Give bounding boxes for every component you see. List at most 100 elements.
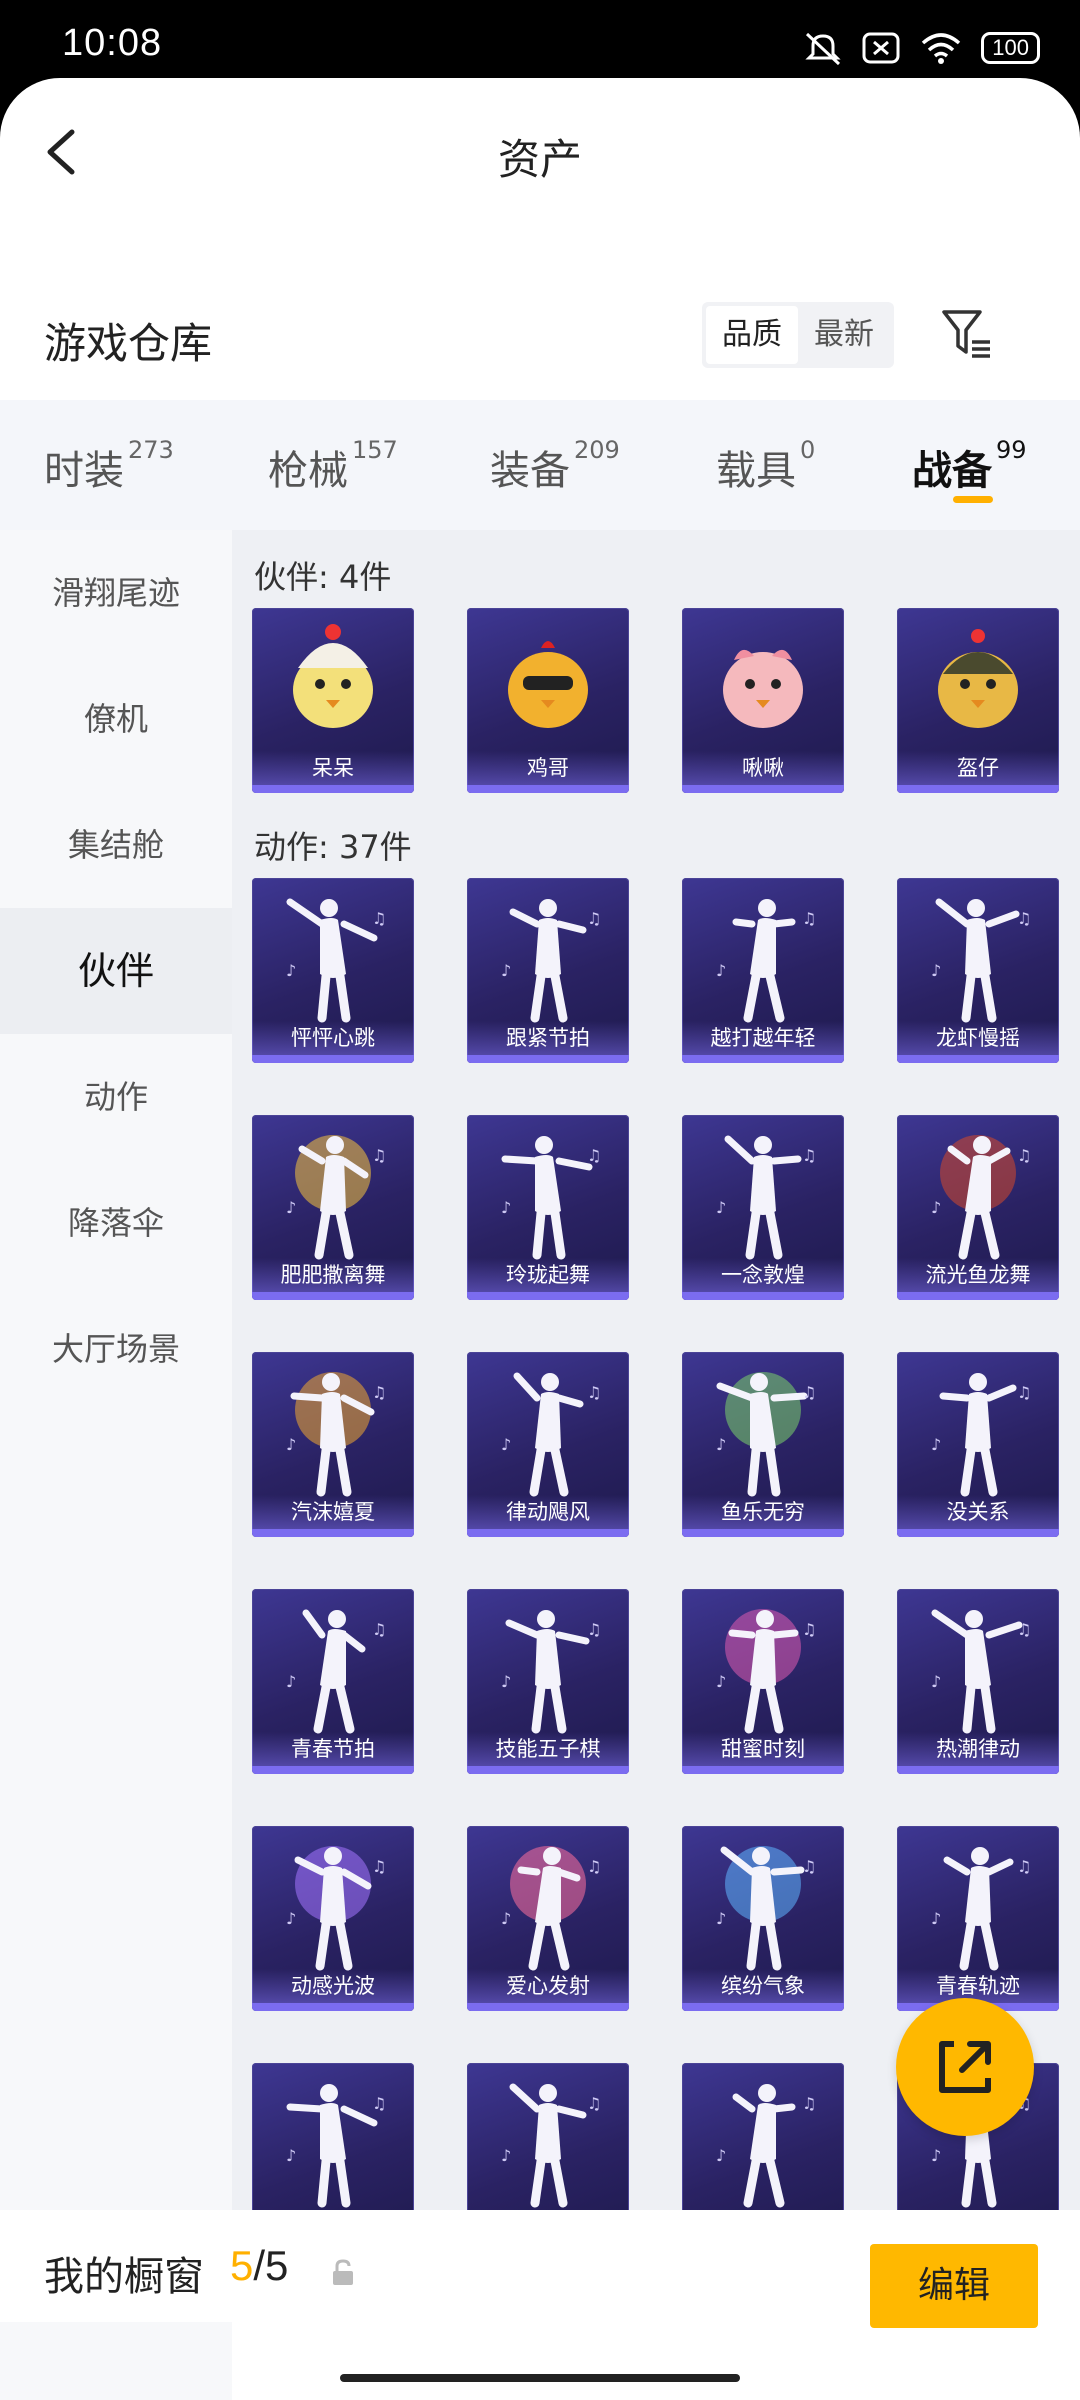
svg-text:♫: ♫ — [587, 1383, 601, 1402]
svg-text:♪: ♪ — [501, 1198, 511, 1217]
emote-card[interactable]: ♪ ♫ 青春节拍 — [252, 1589, 414, 1774]
svg-text:♪: ♪ — [286, 1672, 296, 1691]
emote-pose-illustration: ♪♫ — [716, 1846, 816, 1971]
sort-toggle: 品质 最新 — [702, 302, 894, 368]
tab-vehicles[interactable]: 载具 0 — [716, 436, 815, 496]
tab-combat-gear[interactable]: 战备 99 — [912, 436, 1027, 496]
svg-text:♫: ♫ — [802, 1383, 816, 1402]
sidebar-item-emote[interactable]: 动作 — [0, 1034, 232, 1160]
card-label: 跟紧节拍 — [467, 1021, 629, 1055]
svg-text:♪: ♪ — [286, 1909, 296, 1928]
card-label: 盔仔 — [897, 751, 1059, 785]
emote-card[interactable]: ♪ ♫ 爱心发射 — [467, 1826, 629, 2011]
sidebar-item-wingman[interactable]: 僚机 — [0, 656, 232, 782]
emote-card[interactable]: ♪ ♫ 肥肥撒离舞 — [252, 1115, 414, 1300]
svg-text:♫: ♫ — [802, 1857, 816, 1876]
emote-card[interactable]: ♪ ♫ 动感光波 — [252, 1826, 414, 2011]
emote-card[interactable]: ♪ ♫ 怦怦心跳 — [252, 878, 414, 1063]
sort-quality-option[interactable]: 品质 — [706, 306, 798, 364]
emote-card[interactable]: ♪ ♫ 热潮律动 — [897, 1589, 1059, 1774]
card-label: 汽沫嬉夏 — [252, 1495, 414, 1529]
external-link-icon — [939, 2041, 991, 2093]
emote-card[interactable]: ♪ ♫ 律动飓风 — [467, 1352, 629, 1537]
svg-text:♪: ♪ — [931, 2146, 941, 2165]
tab-equipment[interactable]: 装备 209 — [490, 436, 620, 496]
card-label: 爱心发射 — [467, 1969, 629, 2003]
sidebar-item-assembly-pod[interactable]: 集结舱 — [0, 782, 232, 908]
filter-icon[interactable] — [940, 306, 996, 362]
emote-pose-illustration: ♪♫ — [501, 1136, 601, 1260]
sidebar-item-glide-trail[interactable]: 滑翔尾迹 — [0, 530, 232, 656]
card-label: 啾啾 — [682, 751, 844, 785]
emote-card[interactable]: ♪ ♫ 汽沫嬉夏 — [252, 1352, 414, 1537]
emote-pose-illustration: ♪♫ — [716, 1609, 816, 1734]
emote-pose-illustration: ♪♫ — [286, 1609, 386, 1734]
card-label: 玲珑起舞 — [467, 1258, 629, 1292]
emote-pose-illustration: ♪♫ — [286, 1846, 386, 1971]
emote-pose-illustration: ♪♫ — [931, 1847, 1031, 1971]
card-label: 甜蜜时刻 — [682, 1732, 844, 1766]
emote-card[interactable]: ♪ ♫ 跟紧节拍 — [467, 878, 629, 1063]
emote-card[interactable]: ♪ ♫ 越打越年轻 — [682, 878, 844, 1063]
edit-button[interactable]: 编辑 — [870, 2244, 1038, 2328]
emote-card[interactable]: ♪ ♫ 青春轨迹 — [897, 1826, 1059, 2011]
sidebar-item-parachute[interactable]: 降落伞 — [0, 1160, 232, 1286]
mute-icon — [805, 32, 841, 66]
svg-text:♫: ♫ — [802, 1146, 816, 1165]
emote-card[interactable]: ♪ ♫ 没关系 — [897, 1352, 1059, 1537]
emote-pose-illustration: ♪♫ — [716, 1135, 816, 1260]
svg-text:♫: ♫ — [372, 1857, 386, 1876]
svg-text:♪: ♪ — [716, 1909, 726, 1928]
svg-text:♪: ♪ — [716, 2146, 726, 2165]
svg-text:♫: ♫ — [1017, 1620, 1031, 1639]
svg-text:♫: ♫ — [587, 1620, 601, 1639]
svg-text:♫: ♫ — [587, 2094, 601, 2113]
emote-pose-illustration: ♪♫ — [931, 1373, 1031, 1497]
sidebar-item-companion[interactable]: 伙伴 — [0, 908, 232, 1034]
companion-illustration — [723, 649, 803, 728]
companion-card[interactable]: 盔仔 — [897, 608, 1059, 793]
share-button[interactable] — [896, 1998, 1034, 2136]
emote-card[interactable]: ♪ ♫ 一念敦煌 — [682, 1115, 844, 1300]
svg-text:♪: ♪ — [286, 961, 296, 980]
svg-text:♪: ♪ — [716, 1198, 726, 1217]
emote-pose-illustration: ♪♫ — [931, 1609, 1031, 1734]
card-label: 肥肥撒离舞 — [252, 1258, 414, 1292]
card-label: 没关系 — [897, 1495, 1059, 1529]
emote-pose-illustration: ♪♫ — [716, 1372, 816, 1497]
tab-fashion[interactable]: 时装 273 — [44, 436, 174, 496]
tab-weapons[interactable]: 枪械 157 — [268, 436, 398, 496]
companion-card[interactable]: 啾啾 — [682, 608, 844, 793]
svg-text:♫: ♫ — [372, 909, 386, 928]
svg-text:♫: ♫ — [802, 909, 816, 928]
sidebar: 滑翔尾迹 僚机 集结舱 伙伴 动作 降落伞 大厅场景 — [0, 530, 232, 2400]
emote-card[interactable]: ♪ ♫ 流光鱼龙舞 — [897, 1115, 1059, 1300]
app-screen: 资产 游戏仓库 品质 最新 时装 273 枪械 157 装备 209 载具 0 战备 99… — [0, 78, 1080, 2400]
sort-latest-option[interactable]: 最新 — [798, 306, 890, 364]
companion-card[interactable]: 鸡哥 — [467, 608, 629, 793]
emote-card[interactable]: ♪ ♫ 技能五子棋 — [467, 1589, 629, 1774]
svg-text:♪: ♪ — [501, 1435, 511, 1454]
sidebar-item-lobby-scene[interactable]: 大厅场景 — [0, 1286, 232, 1412]
emote-card[interactable]: ♪ ♫ 玲珑起舞 — [467, 1115, 629, 1300]
home-indicator — [340, 2374, 740, 2382]
showcase-bar: 我的橱窗 5/5 编辑 — [0, 2210, 1080, 2328]
emote-pose-illustration: ♪♫ — [931, 898, 1031, 1023]
emote-card[interactable]: ♪ ♫ 鱼乐无穷 — [682, 1352, 844, 1537]
emote-card[interactable]: ♪ ♫ 甜蜜时刻 — [682, 1589, 844, 1774]
svg-text:♫: ♫ — [372, 2094, 386, 2113]
emote-pose-illustration: ♪♫ — [716, 899, 816, 1023]
svg-text:♪: ♪ — [931, 1198, 941, 1217]
svg-text:♪: ♪ — [716, 1672, 726, 1691]
svg-text:♪: ♪ — [501, 1672, 511, 1691]
emote-card[interactable]: ♪ ♫ 缤纷气象 — [682, 1826, 844, 2011]
svg-text:♫: ♫ — [802, 1620, 816, 1639]
svg-text:♫: ♫ — [587, 1857, 601, 1876]
emote-pose-illustration: ♪♫ — [931, 1135, 1031, 1260]
companion-card[interactable]: 呆呆 — [252, 608, 414, 793]
card-label: 热潮律动 — [897, 1732, 1059, 1766]
companion-illustration — [938, 629, 1018, 728]
emote-card[interactable]: ♪ ♫ 龙虾慢摇 — [897, 878, 1059, 1063]
svg-text:♪: ♪ — [501, 2146, 511, 2165]
battery-indicator: 100 — [981, 32, 1040, 64]
